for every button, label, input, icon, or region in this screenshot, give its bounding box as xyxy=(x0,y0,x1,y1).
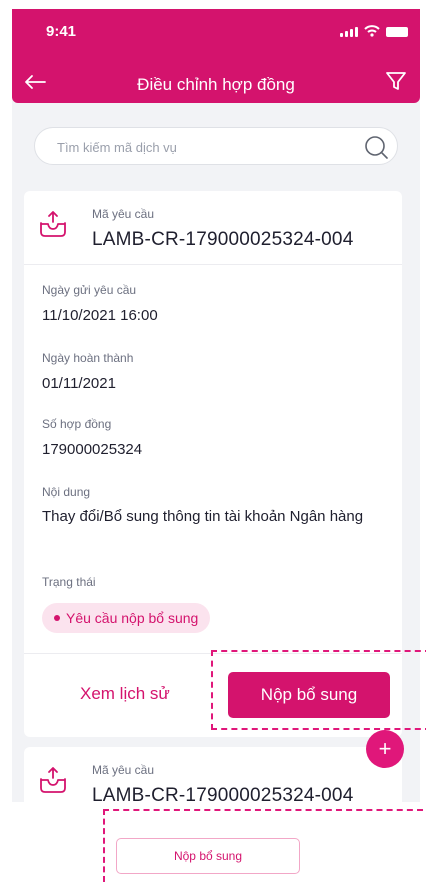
outline-button-label: Nộp bổ sung xyxy=(173,849,243,863)
request-card: Mã yêu cầu LAMB-CR-179000025324-004 xyxy=(24,747,402,802)
plus-icon: + xyxy=(378,736,392,761)
content-label: Nội dung xyxy=(42,485,91,499)
search-input[interactable]: Tìm kiếm mã dịch vụ xyxy=(34,127,398,165)
status-time: 9:41 xyxy=(46,23,77,40)
inbox-upload-icon xyxy=(40,211,66,237)
filter-icon xyxy=(386,72,406,90)
inbox-upload-icon xyxy=(40,767,66,793)
sent-date-label: Ngày gửi yêu cầu xyxy=(42,283,137,297)
view-history-link[interactable]: Xem lịch sử xyxy=(80,684,170,704)
completed-date-value: 01/11/2021 xyxy=(42,375,116,392)
code-label: Mã yêu cầu xyxy=(92,763,155,777)
code-label: Mã yêu cầu xyxy=(92,207,155,221)
signal-icon xyxy=(340,27,358,37)
submit-supplement-outline-button[interactable]: Nộp bổ sung xyxy=(116,838,300,874)
card-header: Mã yêu cầu LAMB-CR-179000025324-004 xyxy=(24,191,402,265)
battery-icon xyxy=(386,27,408,37)
request-code: LAMB-CR-179000025324-004 xyxy=(92,785,354,802)
content-value: Thay đổi/Bổ sung thông tin tài khoản Ngâ… xyxy=(42,508,364,525)
app-header: 9:41 Điều chỉnh hợp đồng xyxy=(12,9,420,103)
status-badge: Yêu cầu nộp bổ sung xyxy=(42,603,211,633)
status-icons xyxy=(340,25,408,37)
status-label: Trạng thái xyxy=(42,575,96,589)
highlight-box xyxy=(211,650,426,730)
sent-date-value: 11/10/2021 16:00 xyxy=(42,307,158,324)
request-code: LAMB-CR-179000025324-004 xyxy=(92,229,354,250)
wifi-icon xyxy=(364,25,380,37)
search-icon[interactable] xyxy=(363,134,389,160)
status-text: Yêu cầu nộp bổ sung xyxy=(66,610,199,626)
page-title: Điều chỉnh hợp đồng xyxy=(137,75,295,94)
contract-number-value: 179000025324 xyxy=(42,441,143,458)
filter-button[interactable] xyxy=(384,69,408,93)
add-button[interactable]: + xyxy=(366,730,404,768)
contract-number-label: Số hợp đồng xyxy=(42,417,112,431)
completed-date-label: Ngày hoàn thành xyxy=(42,351,134,365)
search-placeholder: Tìm kiếm mã dịch vụ xyxy=(57,140,177,155)
status-dot-icon xyxy=(54,615,60,621)
